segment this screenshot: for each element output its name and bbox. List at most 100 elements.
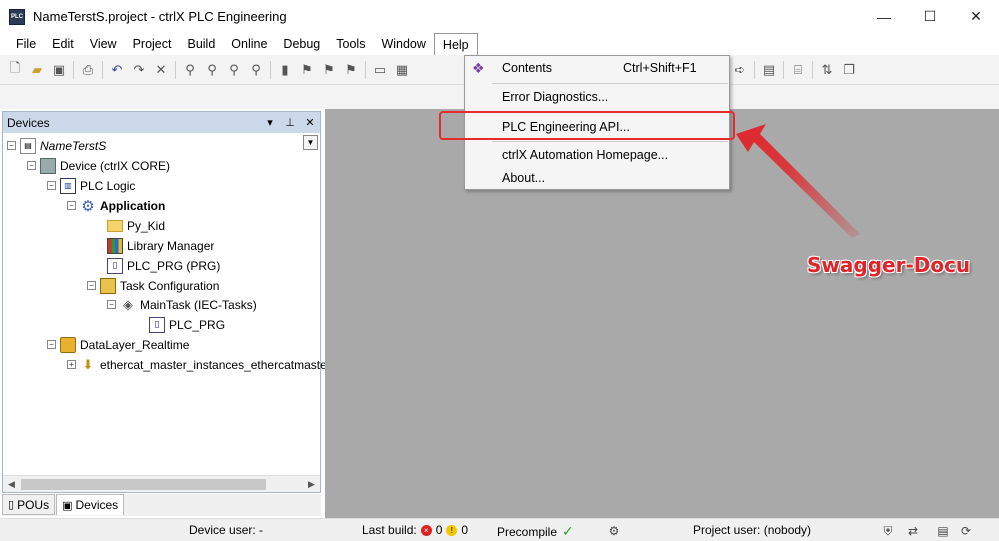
compare-icon[interactable]: ⇅ [819,62,835,78]
menu-item-error-diagnostics[interactable]: Error Diagnostics... [465,86,729,108]
menu-build[interactable]: Build [179,33,223,55]
toolbar-separator [73,60,74,79]
collapse-icon[interactable]: − [107,300,116,309]
find-prev-icon[interactable]: ⚲ [248,62,264,78]
find-icon[interactable]: ⚲ [182,62,198,78]
cut-icon[interactable]: ✕ [153,62,169,78]
tree-dropdown-chevron-down-icon[interactable]: ▼ [303,135,318,150]
pous-icon: ▯ [8,499,15,511]
error-count: 0 [435,523,443,537]
tree-node-library-manager[interactable]: Library Manager [107,236,214,255]
bookmark-next-icon[interactable]: ⚑ [299,62,315,78]
toolbar-separator [365,60,366,79]
tree-node-py-kid[interactable]: Py_Kid [107,216,165,235]
minimize-button[interactable]: — [861,0,907,33]
bookmark-prev-icon[interactable]: ⚑ [321,62,337,78]
scroll-left-icon[interactable]: ◀ [3,476,20,493]
connection-icon[interactable]: ⇄ [905,523,921,539]
project-icon: ▤ [20,137,36,154]
collapse-icon[interactable]: − [87,281,96,290]
menu-item-about[interactable]: About... [465,167,729,189]
tab-devices[interactable]: ▣ Devices [56,494,125,515]
collapse-icon[interactable]: − [47,340,56,349]
network-icon[interactable]: ▤ [935,523,951,539]
tree-node-plc-logic[interactable]: − ▥ PLC Logic [47,176,135,195]
sync-icon[interactable]: ⟳ [958,523,974,539]
last-build-status: Last build: × 0 ! 0 [362,523,468,537]
menu-debug[interactable]: Debug [275,33,328,55]
scroll-thumb[interactable] [21,479,266,490]
add-object-icon[interactable]: ▦ [394,62,410,78]
find-replace-icon[interactable]: ⚲ [204,62,220,78]
collapse-icon[interactable]: − [47,181,56,190]
tree-node-label: Application [100,198,166,213]
tree-node-application[interactable]: − ⚙ Application [67,196,165,215]
device-user-status: Device user: - [189,523,264,537]
horizontal-scrollbar[interactable]: ◀ ▶ [3,475,320,492]
shield-icon[interactable]: ⛨ [880,523,896,539]
step-icon[interactable]: ➪ [732,62,748,78]
toolbar-separator [270,60,271,79]
bookmark-clear-icon[interactable]: ⚑ [343,62,359,78]
tree-node-plc-prg[interactable]: ▯ PLC_PRG (PRG) [107,256,220,275]
tree-node-label: NameTerstS [40,138,107,153]
menu-edit[interactable]: Edit [44,33,82,55]
collapse-icon[interactable]: − [27,161,36,170]
breakpoints-icon[interactable]: ▤ [761,62,777,78]
tree-node-label: Py_Kid [127,218,166,233]
panel-close-icon[interactable]: ✕ [300,116,320,129]
toolbar-separator [812,60,813,79]
tree-node-device[interactable]: − Device (ctrlX CORE) [27,156,170,175]
copy-icon[interactable]: ❐ [841,62,857,78]
menu-item-ctrlx-homepage[interactable]: ctrlX Automation Homepage... [465,144,729,166]
print-icon[interactable]: ⎙ [80,62,96,78]
pin-icon[interactable]: ⊥ [280,116,300,129]
collapse-icon[interactable]: − [67,201,76,210]
online-config-icon[interactable]: ⌸ [790,62,806,78]
tree-node-label: Task Configuration [120,278,220,293]
warning-icon: ! [446,524,458,536]
menu-tools[interactable]: Tools [328,33,373,55]
redo-icon[interactable]: ↷ [131,62,147,78]
toolbar-separator [783,60,784,79]
collapse-icon[interactable]: − [7,141,16,150]
save-icon[interactable]: ▣ [51,62,67,78]
new-file-icon[interactable]: 🗋 [7,60,23,78]
menu-project[interactable]: Project [125,33,180,55]
menu-window[interactable]: Window [373,33,433,55]
menu-file[interactable]: File [8,33,44,55]
undo-icon[interactable]: ↶ [109,62,125,78]
open-folder-icon[interactable]: ▰ [29,62,45,78]
window-icon[interactable]: ▭ [372,62,388,78]
tree-node-task-configuration[interactable]: − Task Configuration [87,276,219,295]
title-bar: PLC NameTerstS.project - ctrlX PLC Engin… [0,0,999,33]
tree-node-plc-prg-call[interactable]: ▯ PLC_PRG [149,315,225,334]
menu-online[interactable]: Online [223,33,275,55]
tree-node-maintask[interactable]: − ◈ MainTask (IEC-Tasks) [107,295,257,314]
expand-icon[interactable]: + [67,360,76,369]
tree-node-ethercat-master[interactable]: + ⬇ ethercat_master_instances_ethercatma… [67,355,327,374]
close-button[interactable]: ✕ [953,0,999,33]
device-icon [40,157,56,174]
devices-panel: Devices ▾ ⊥ ✕ ▼ − ▤ NameTerstS − Device … [2,111,327,493]
settings-icon[interactable]: ⚙ [606,523,622,539]
maximize-button[interactable]: ☐ [907,0,953,33]
find-next-icon[interactable]: ⚲ [226,62,242,78]
bookmark-icon[interactable]: ▮ [277,62,293,78]
menu-item-contents[interactable]: ❖ Contents Ctrl+Shift+F1 [465,57,729,79]
status-bar: Device user: - Last build: × 0 ! 0 Preco… [0,518,999,541]
panel-menu-chevron-down-icon[interactable]: ▾ [260,116,280,129]
arrow-down-icon: ⬇ [82,356,94,372]
checkmark-icon: ✓ [562,523,574,539]
tree-node-label: MainTask (IEC-Tasks) [140,297,257,312]
menu-help[interactable]: Help [433,32,478,56]
scroll-right-icon[interactable]: ▶ [303,476,320,493]
precompile-status[interactable]: Precompile ✓ [497,523,574,540]
error-icon: × [420,524,432,536]
app-logo-icon: PLC [9,8,25,25]
devices-icon: ▣ [62,499,73,512]
menu-view[interactable]: View [82,33,125,55]
tab-pous[interactable]: ▯ POUs [2,494,56,515]
tree-node-datalayer-realtime[interactable]: − DataLayer_Realtime [47,335,189,354]
tree-node-project[interactable]: − ▤ NameTerstS [7,136,106,155]
